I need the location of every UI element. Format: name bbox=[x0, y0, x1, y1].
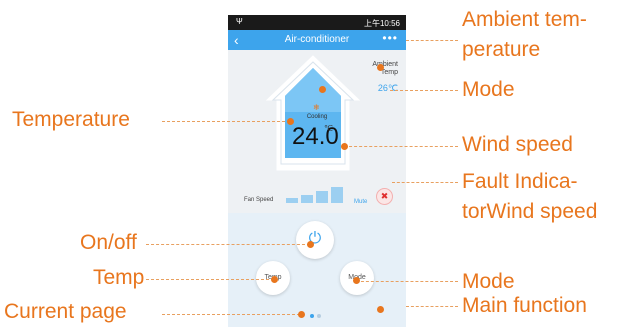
marker-mode-top bbox=[319, 86, 326, 93]
fault-indicator-icon: ✖ bbox=[376, 188, 393, 205]
fan-speed-bar-3[interactable] bbox=[316, 191, 328, 203]
leader-temperature bbox=[162, 121, 290, 122]
mode-text: Cooling bbox=[306, 114, 328, 120]
page-indicator-dot-1[interactable] bbox=[310, 314, 314, 318]
temperature-unit: ℃ bbox=[324, 124, 333, 133]
fan-speed-bar-2[interactable] bbox=[301, 195, 313, 203]
marker-mode-bottom bbox=[353, 277, 360, 284]
leader-ambient-temperature bbox=[406, 40, 458, 41]
marker-temperature bbox=[287, 118, 294, 125]
more-dots-icon[interactable]: ••• bbox=[382, 31, 398, 45]
page-title: Air-conditioner bbox=[284, 34, 350, 45]
ambient-label-line2: Temp bbox=[380, 69, 398, 76]
leader-wind-speed bbox=[344, 146, 458, 147]
marker-wind-speed bbox=[341, 143, 348, 150]
annotation-mode-bottom: Mode bbox=[462, 270, 515, 293]
marker-current-page bbox=[298, 311, 305, 318]
annotation-current-page: Current page bbox=[4, 300, 127, 323]
annotation-ambient-temperature-line2: perature bbox=[462, 38, 541, 61]
marker-temp bbox=[271, 276, 278, 283]
status-time: 上午10:56 bbox=[363, 19, 400, 28]
leader-current-page bbox=[162, 314, 300, 315]
house-temperature-display bbox=[265, 55, 361, 171]
annotation-ambient-temperature-line1: Ambient tem- bbox=[462, 8, 587, 31]
mute-label[interactable]: Mute bbox=[354, 199, 367, 205]
leader-mode-bottom bbox=[356, 281, 458, 282]
fan-speed-bar-1[interactable] bbox=[286, 198, 298, 203]
annotation-fault-line1: Fault Indica- bbox=[462, 170, 578, 193]
leader-temp bbox=[146, 279, 274, 280]
marker-main-function bbox=[377, 306, 384, 313]
annotation-fault-line2: torWind speed bbox=[462, 200, 598, 223]
annotation-temperature: Temperature bbox=[12, 108, 130, 131]
leader-mode-top bbox=[390, 90, 458, 91]
power-button[interactable]: ⏻ bbox=[296, 221, 334, 259]
status-bar: Ψ 上午10:56 bbox=[228, 15, 406, 30]
leader-on-off bbox=[146, 244, 310, 245]
annotation-mode-top: Mode bbox=[462, 78, 515, 101]
annotation-main-function: Main function bbox=[462, 294, 587, 317]
snowflake-icon: ❄ bbox=[313, 103, 320, 112]
annotation-wind-speed: Wind speed bbox=[462, 133, 573, 156]
page-indicator-dot-2[interactable] bbox=[317, 314, 321, 318]
fan-speed-bar-4[interactable] bbox=[331, 187, 343, 203]
leader-main-function bbox=[406, 306, 458, 307]
annotation-temp: Temp bbox=[93, 266, 145, 289]
signal-icon: Ψ bbox=[236, 17, 243, 26]
app-bar: ‹ Air-conditioner ••• bbox=[228, 30, 406, 50]
leader-fault bbox=[392, 182, 458, 183]
annotation-on-off: On/off bbox=[80, 231, 137, 254]
fan-speed-label: Fan Speed bbox=[244, 197, 274, 203]
marker-ambient-temperature bbox=[377, 64, 384, 71]
marker-on-off bbox=[307, 241, 314, 248]
